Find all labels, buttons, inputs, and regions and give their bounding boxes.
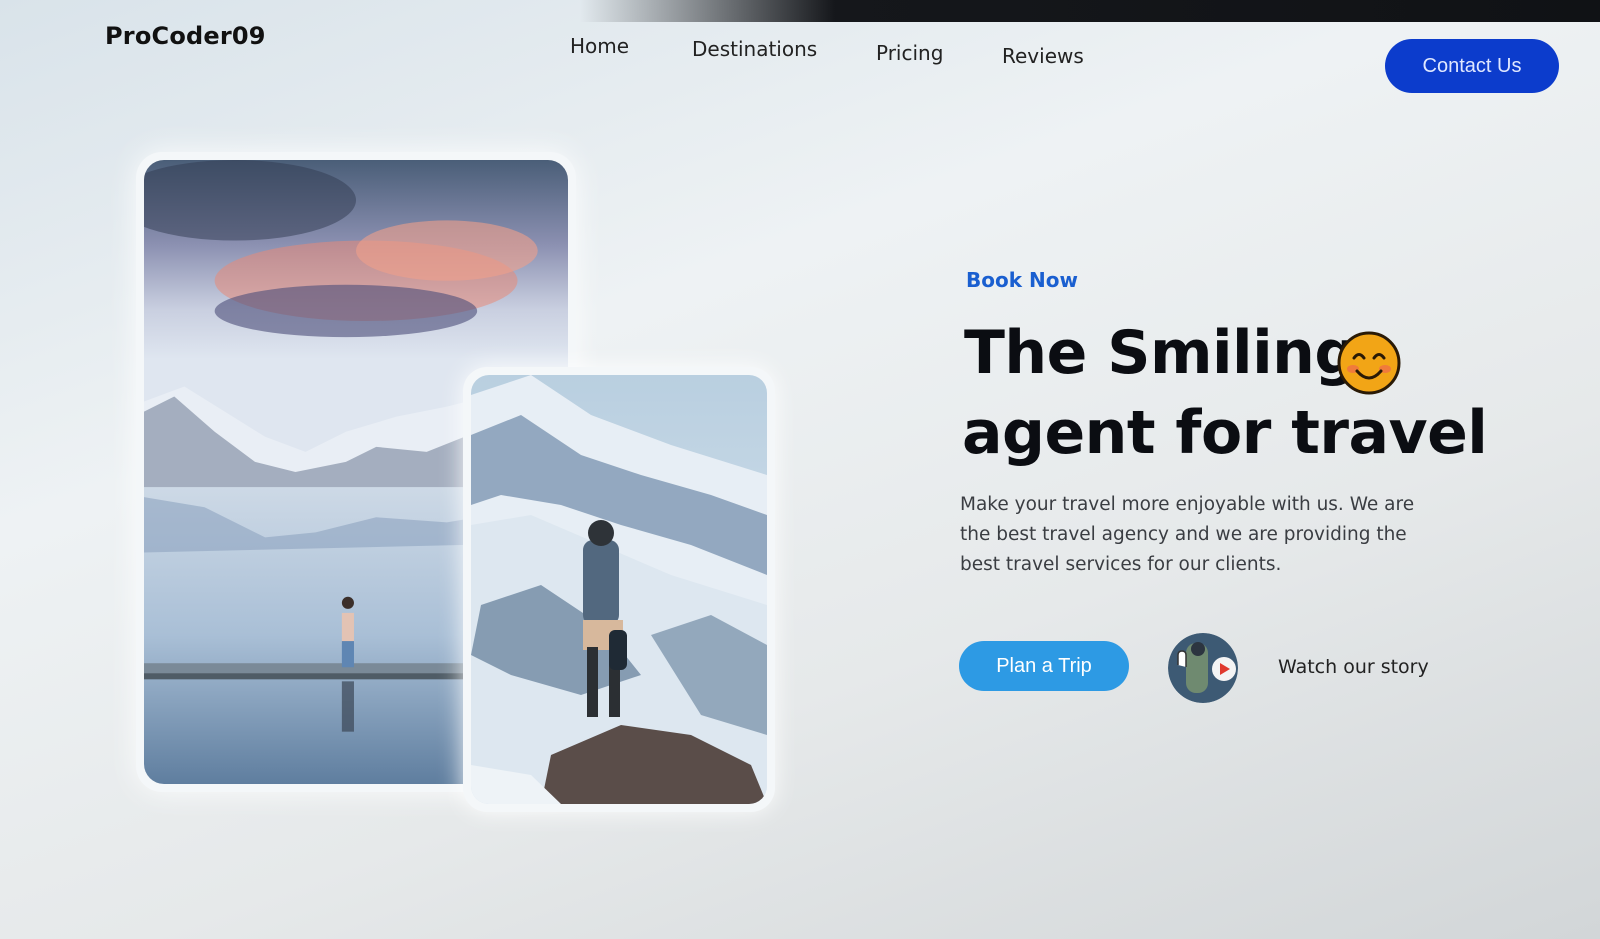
plan-a-trip-button[interactable]: Plan a Trip — [959, 641, 1129, 691]
watch-our-story-link[interactable]: Watch our story — [1278, 656, 1429, 678]
hero-description: Make your travel more enjoyable with us.… — [960, 494, 1415, 575]
hero-title-line-1: The Smiling — [964, 318, 1357, 388]
screen-top-edge — [580, 0, 1600, 22]
hero-title-line-2: agent for travel — [962, 398, 1488, 468]
watch-story-play-button[interactable] — [1168, 633, 1238, 703]
mountain-photo — [471, 375, 767, 804]
nav-link-reviews[interactable]: Reviews — [1002, 44, 1084, 68]
mountain-photo-card — [463, 367, 775, 812]
book-now-eyebrow: Book Now — [966, 268, 1078, 292]
nav-link-destinations[interactable]: Destinations — [692, 37, 817, 61]
nav-link-home[interactable]: Home — [570, 34, 629, 58]
smiling-face-icon — [1337, 331, 1401, 395]
contact-us-button[interactable]: Contact Us — [1385, 39, 1559, 93]
brand-logo[interactable]: ProCoder09 — [105, 22, 266, 50]
nav-link-pricing[interactable]: Pricing — [876, 41, 943, 65]
